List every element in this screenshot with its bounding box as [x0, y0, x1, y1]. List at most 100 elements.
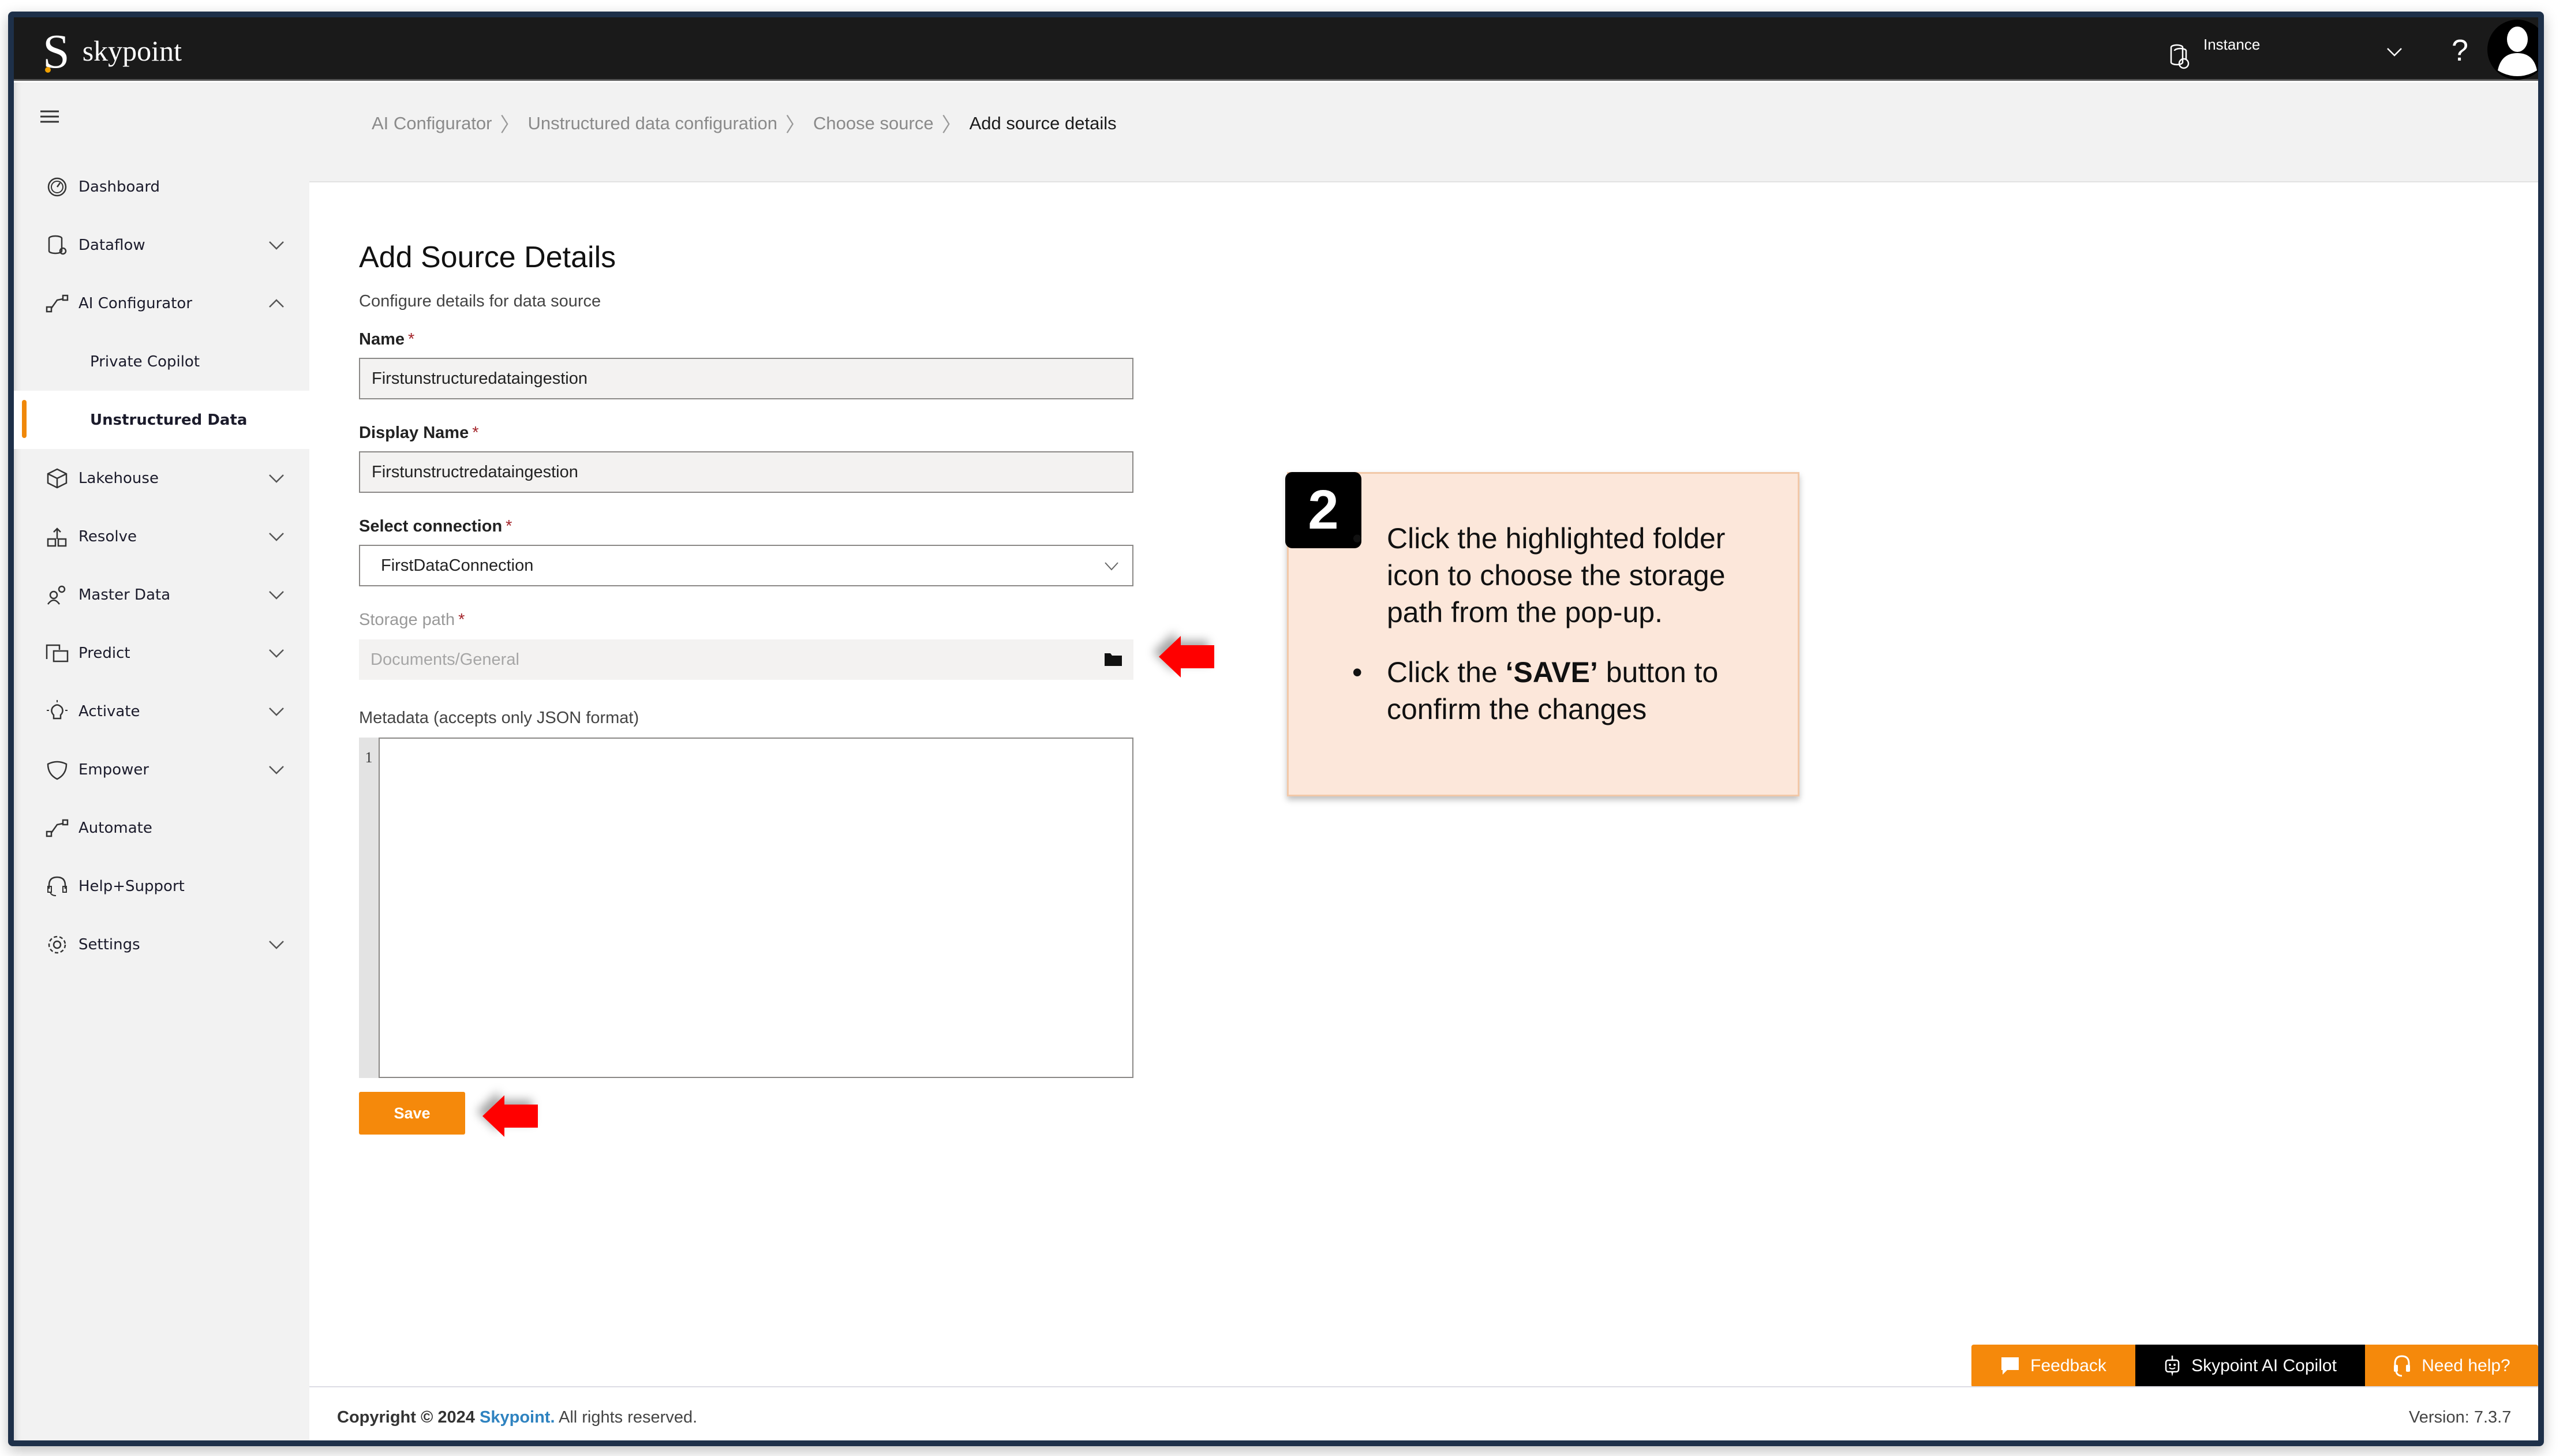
flow-nodes-icon [46, 819, 69, 837]
chevron-right-icon: 〉 [941, 114, 961, 136]
need-help-button[interactable]: Need help? [2365, 1345, 2538, 1387]
sidebar-item-settings[interactable]: Settings [14, 915, 309, 974]
sidebar-item-master-data[interactable]: Master Data [14, 566, 309, 624]
sidebar-item-label: Empower [78, 761, 149, 778]
instruction-list: Click the highlighted folder icon to cho… [1352, 520, 1779, 751]
feedback-button[interactable]: Feedback [1971, 1345, 2135, 1387]
chevron-down-icon [269, 532, 284, 541]
sidebar-item-help-support[interactable]: Help+Support [14, 857, 309, 915]
copyright-text: Copyright © 2024 Skypoint. All rights re… [337, 1408, 698, 1427]
chevron-down-icon [1105, 562, 1118, 571]
breadcrumb-bar: AI Configurator 〉 Unstructured data conf… [309, 83, 2538, 182]
sidebar-item-label: Automate [78, 819, 152, 837]
breadcrumb-current: Add source details [969, 113, 1117, 133]
gear-icon [48, 935, 66, 953]
sidebar-item-resolve[interactable]: Resolve [14, 507, 309, 566]
chevron-down-icon [269, 590, 284, 600]
database-gear-icon [48, 235, 67, 254]
sidebar-item-label: Dataflow [78, 236, 145, 254]
database-sync-icon [2170, 44, 2190, 69]
breadcrumb-unstructured-config[interactable]: Unstructured data configuration [528, 113, 778, 134]
line-number-gutter: 1 [359, 738, 379, 1078]
feedback-label: Feedback [2030, 1356, 2106, 1375]
sidebar-item-ai-configurator[interactable]: AI Configurator [14, 274, 309, 332]
sidebar-item-private-copilot[interactable]: Private Copilot [14, 332, 309, 391]
sidebar-nav: Dashboard Dataflow AI Configurator Priva… [14, 158, 309, 974]
lightbulb-icon [47, 699, 68, 719]
skypoint-logo[interactable]: S skypoint [43, 28, 182, 76]
name-field[interactable]: Firstunstructuredataingestion [359, 358, 1133, 399]
chevron-down-icon [269, 241, 284, 250]
step-number-badge: 2 [1285, 472, 1361, 548]
connection-label: Select connection * [359, 517, 512, 536]
instruction-callout: 2 Click the highlighted folder icon to c… [1285, 472, 1799, 796]
storage-path-placeholder: Documents/General [371, 650, 519, 669]
robot-icon [2165, 1356, 2180, 1376]
hierarchy-icon [47, 527, 67, 547]
save-button[interactable]: Save [359, 1092, 465, 1135]
chevron-down-icon[interactable] [2386, 46, 2403, 58]
sidebar-item-label: Settings [78, 935, 140, 953]
ai-copilot-button[interactable]: Skypoint AI Copilot [2135, 1345, 2365, 1387]
metadata-input[interactable] [379, 738, 1133, 1078]
headset-icon [2394, 1355, 2411, 1377]
windows-icon [46, 644, 69, 662]
need-help-label: Need help? [2422, 1356, 2510, 1375]
sidebar-item-dataflow[interactable]: Dataflow [14, 216, 309, 274]
version-text: Version: 7.3.7 [2409, 1408, 2512, 1427]
annotation-arrow-icon [1159, 636, 1214, 678]
cube-icon [47, 468, 68, 488]
chevron-right-icon: 〉 [500, 114, 520, 136]
sidebar-item-label: Lakehouse [78, 469, 159, 487]
sidebar-item-label: Help+Support [78, 877, 185, 895]
footer-divider [309, 1386, 2538, 1387]
chevron-right-icon: 〉 [785, 114, 806, 136]
sidebar-item-label: Dashboard [78, 178, 160, 196]
user-avatar[interactable] [2487, 20, 2538, 80]
folder-icon[interactable] [1103, 651, 1123, 667]
sidebar-item-label: Activate [78, 702, 140, 720]
hamburger-menu-icon[interactable] [38, 108, 61, 125]
connection-select[interactable]: FirstDataConnection [359, 545, 1133, 586]
sidebar: Dashboard Dataflow AI Configurator Priva… [14, 83, 309, 1440]
sidebar-item-label: Unstructured Data [90, 411, 248, 429]
instruction-item: Click the highlighted folder icon to cho… [1352, 520, 1779, 631]
chevron-down-icon [269, 707, 284, 716]
metadata-editor[interactable]: 1 [359, 738, 1133, 1078]
user-icon [2498, 27, 2537, 76]
top-header: S skypoint Instance ? [14, 17, 2538, 81]
chevron-down-icon [269, 474, 284, 483]
name-label: Name * [359, 330, 415, 349]
instance-selector[interactable]: Instance [2166, 32, 2260, 72]
chevron-down-icon [269, 940, 284, 949]
sidebar-item-empower[interactable]: Empower [14, 740, 309, 799]
connection-value: FirstDataConnection [381, 556, 534, 575]
main-content: Add Source Details Configure details for… [309, 182, 2538, 1440]
sidebar-item-label: Resolve [78, 527, 137, 545]
page-subtitle: Configure details for data source [359, 292, 601, 310]
help-icon[interactable]: ? [2452, 33, 2468, 68]
breadcrumb-ai-configurator[interactable]: AI Configurator [372, 113, 492, 134]
page-title: Add Source Details [359, 241, 616, 274]
breadcrumb-choose-source[interactable]: Choose source [813, 113, 934, 134]
sidebar-item-dashboard[interactable]: Dashboard [14, 158, 309, 216]
sidebar-item-label: Private Copilot [90, 353, 200, 370]
brand-name: skypoint [82, 35, 182, 67]
sidebar-item-label: Predict [78, 644, 130, 662]
storage-path-field: Documents/General [359, 639, 1133, 680]
shield-icon [47, 761, 68, 780]
instance-label: Instance [2203, 36, 2261, 53]
sidebar-item-activate[interactable]: Activate [14, 682, 309, 740]
sidebar-item-automate[interactable]: Automate [14, 799, 309, 857]
skypoint-link[interactable]: Skypoint. [480, 1408, 555, 1427]
storage-path-label: Storage path * [359, 611, 465, 629]
sidebar-item-label: AI Configurator [78, 294, 193, 312]
sidebar-item-predict[interactable]: Predict [14, 624, 309, 682]
sidebar-item-lakehouse[interactable]: Lakehouse [14, 449, 309, 507]
chevron-up-icon [269, 298, 284, 308]
logo-s-icon: S [43, 25, 70, 78]
display-name-label: Display Name * [359, 424, 479, 442]
breadcrumb: AI Configurator 〉 Unstructured data conf… [372, 109, 1117, 137]
display-name-field[interactable]: Firstunstructredataingestion [359, 451, 1133, 493]
sidebar-item-unstructured-data[interactable]: Unstructured Data [14, 391, 309, 449]
